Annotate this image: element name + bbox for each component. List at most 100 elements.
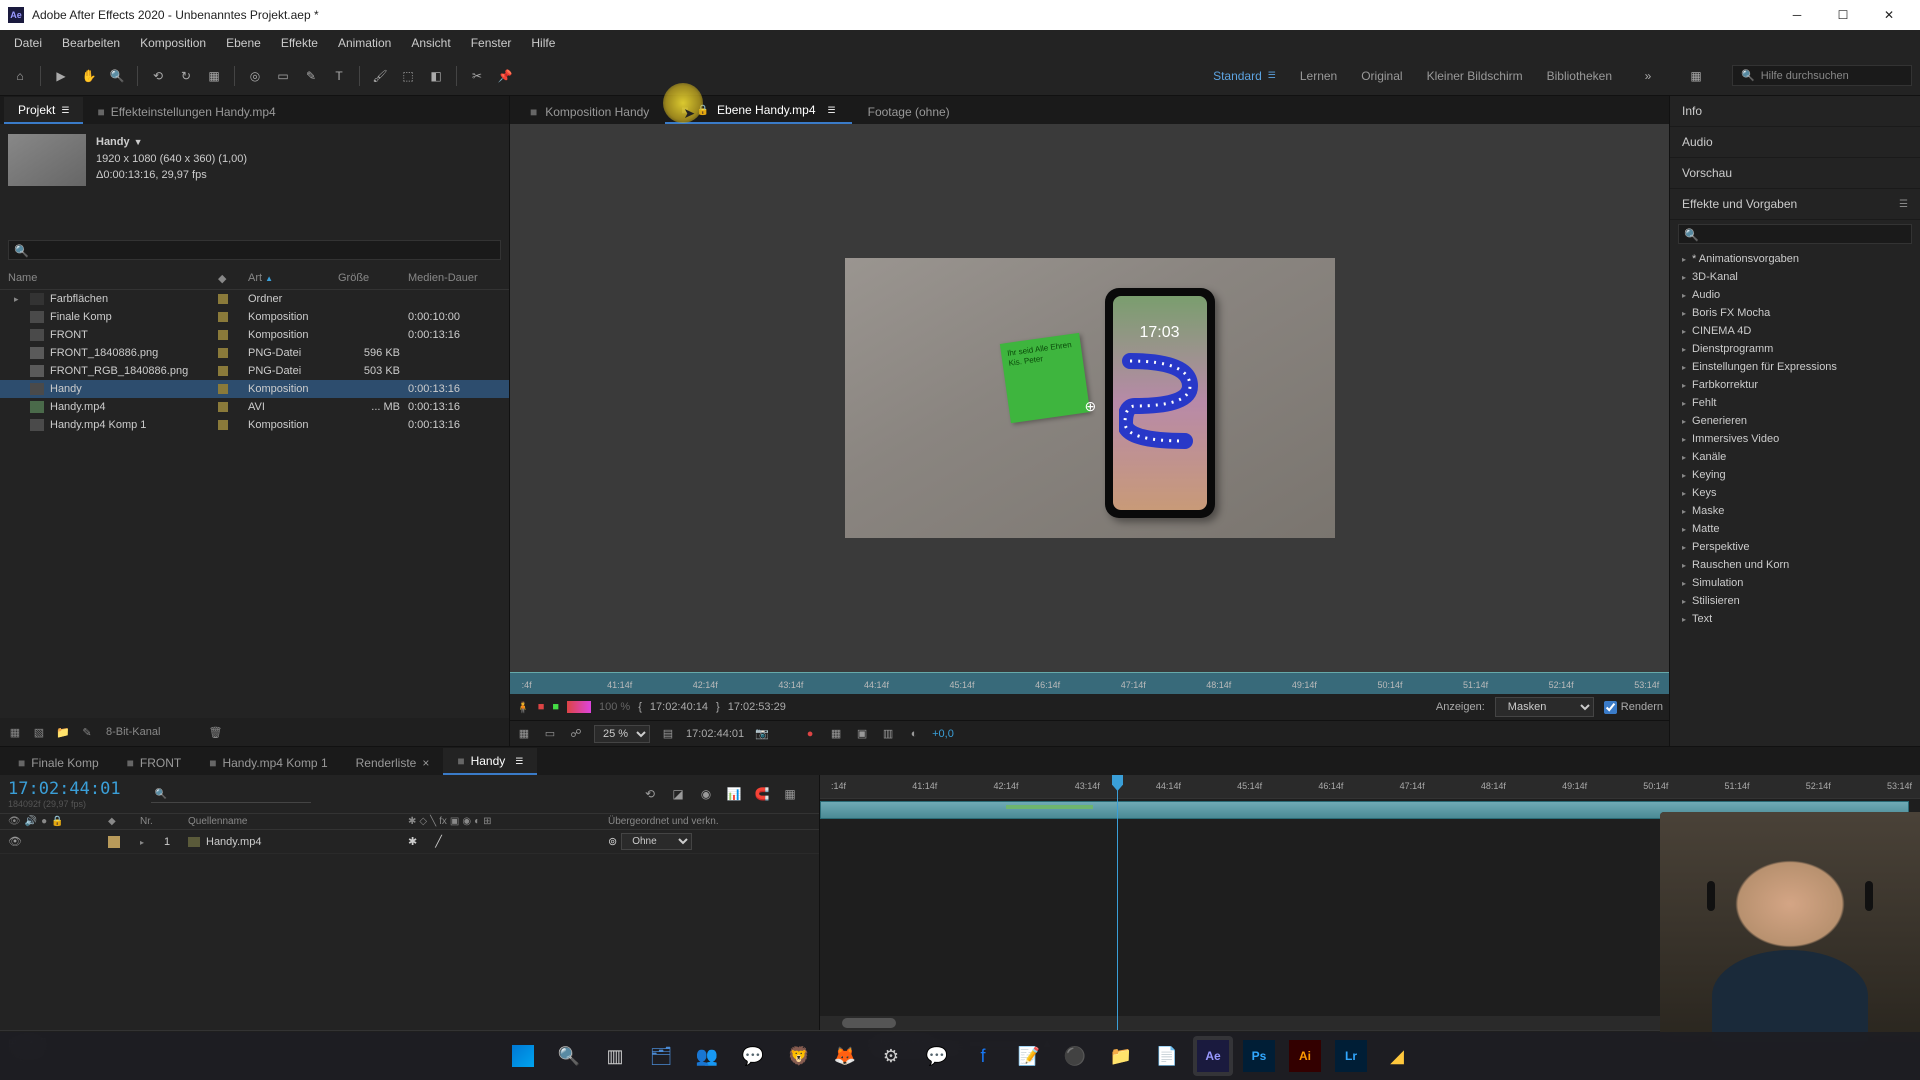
lock-column-icon[interactable]: 🔒: [51, 816, 63, 827]
taskbar-files[interactable]: 📁: [1101, 1036, 1141, 1076]
taskbar-app[interactable]: ⚙: [871, 1036, 911, 1076]
effects-search-input[interactable]: [1678, 224, 1912, 244]
toggle-icon[interactable]: ☍: [568, 726, 584, 742]
taskbar-teams[interactable]: 👥: [687, 1036, 727, 1076]
panel-audio[interactable]: Audio: [1670, 127, 1920, 158]
in-bracket-icon[interactable]: {: [638, 701, 642, 713]
close-button[interactable]: ✕: [1866, 0, 1912, 30]
effects-category[interactable]: ▸Farbkorrektur: [1670, 376, 1920, 394]
orbit-tool[interactable]: ⟲: [146, 64, 170, 88]
mask-icon[interactable]: ▭: [542, 726, 558, 742]
effects-category[interactable]: ▸Generieren: [1670, 412, 1920, 430]
taskbar-explorer[interactable]: 🗂: [641, 1036, 681, 1076]
help-search[interactable]: 🔍 Hilfe durchsuchen: [1732, 65, 1912, 86]
workspace-bibliotheken[interactable]: Bibliotheken: [1547, 69, 1612, 83]
switch-icon[interactable]: ◇: [419, 816, 427, 827]
color-label[interactable]: [218, 348, 228, 358]
viewer-mini-timeline[interactable]: :4f41:14f42:14f43:14f44:14f45:14f46:14f4…: [510, 672, 1669, 694]
taskbar-search[interactable]: 🔍: [549, 1036, 589, 1076]
blue-channel-icon[interactable]: [567, 701, 591, 713]
tl-motion-blur-icon[interactable]: ◉: [697, 785, 715, 803]
menu-fenster[interactable]: Fenster: [461, 32, 522, 54]
rendern-checkbox[interactable]: [1604, 701, 1617, 714]
out-time[interactable]: 17:02:53:29: [728, 701, 786, 713]
panel-effekte-header[interactable]: Effekte und Vorgaben ☰: [1670, 189, 1920, 220]
workspace-original[interactable]: Original: [1361, 69, 1402, 83]
taskbar-obs[interactable]: ⚫: [1055, 1036, 1095, 1076]
panel-menu-icon[interactable]: ☰: [1899, 199, 1908, 210]
viewer-tab-footage[interactable]: Footage (ohne): [852, 99, 966, 124]
menu-ebene[interactable]: Ebene: [216, 32, 271, 54]
viewer-timecode[interactable]: 17:02:44:01: [686, 728, 744, 740]
taskbar-messenger[interactable]: 💬: [917, 1036, 957, 1076]
menu-hilfe[interactable]: Hilfe: [521, 32, 565, 54]
project-row[interactable]: Finale Komp Komposition 0:00:10:00: [0, 308, 509, 326]
interp-icon[interactable]: ▦: [6, 723, 24, 741]
effects-category[interactable]: ▸Rauschen und Korn: [1670, 556, 1920, 574]
workspace-panel-icon[interactable]: ▦: [1684, 64, 1708, 88]
col-art[interactable]: Art ▲: [248, 272, 338, 285]
switch-icon[interactable]: fx: [439, 816, 447, 827]
new-folder-icon[interactable]: 📁: [54, 723, 72, 741]
anchor-point-icon[interactable]: ⊕: [1085, 398, 1097, 415]
menu-effekte[interactable]: Effekte: [271, 32, 328, 54]
home-tool[interactable]: ⌂: [8, 64, 32, 88]
layer-visibility-icon[interactable]: 👁: [8, 835, 22, 848]
zoom-select[interactable]: 25 %: [594, 725, 650, 743]
effects-category[interactable]: ▸Maske: [1670, 502, 1920, 520]
in-time[interactable]: 17:02:40:14: [650, 701, 708, 713]
effects-category[interactable]: ▸CINEMA 4D: [1670, 322, 1920, 340]
roto-tool[interactable]: ✂: [465, 64, 489, 88]
project-row[interactable]: ▸Farbflächen Ordner: [0, 290, 509, 308]
pickwhip-icon[interactable]: ⊚: [608, 835, 617, 848]
camera-tool[interactable]: ▦: [202, 64, 226, 88]
text-tool[interactable]: T: [327, 64, 351, 88]
parent-column[interactable]: Übergeordnet und verkn.: [608, 816, 808, 827]
minimize-button[interactable]: ─: [1774, 0, 1820, 30]
project-row[interactable]: FRONT_RGB_1840886.png PNG-Datei 503 KB: [0, 362, 509, 380]
rotate-tool[interactable]: ↻: [174, 64, 198, 88]
eraser-tool[interactable]: ◧: [424, 64, 448, 88]
effects-category[interactable]: ▸Fehlt: [1670, 394, 1920, 412]
effects-category[interactable]: ▸Einstellungen für Expressions: [1670, 358, 1920, 376]
menu-komposition[interactable]: Komposition: [130, 32, 216, 54]
taskbar-firefox[interactable]: 🦊: [825, 1036, 865, 1076]
exposure-value[interactable]: +0,0: [932, 728, 954, 740]
timeline-timecode[interactable]: 17:02:44:01: [8, 779, 121, 799]
transparency-icon[interactable]: ▦: [828, 726, 844, 742]
effects-category[interactable]: ▸Immersives Video: [1670, 430, 1920, 448]
snapshot-icon[interactable]: 📷: [754, 726, 770, 742]
tl-tab-handykomp[interactable]: ■Handy.mp4 Komp 1: [195, 750, 341, 775]
solo-column-icon[interactable]: ●: [41, 816, 47, 827]
new-comp-icon[interactable]: ▧: [30, 723, 48, 741]
taskbar-app2[interactable]: ◢: [1377, 1036, 1417, 1076]
taskbar-notes[interactable]: 📝: [1009, 1036, 1049, 1076]
selection-tool[interactable]: ▶: [49, 64, 73, 88]
pen-tool[interactable]: ✎: [299, 64, 323, 88]
color-label[interactable]: [218, 366, 228, 376]
workspace-more-icon[interactable]: »: [1636, 64, 1660, 88]
anchor-tool[interactable]: ◎: [243, 64, 267, 88]
taskbar-ps[interactable]: Ps: [1239, 1036, 1279, 1076]
grid-icon[interactable]: ▦: [516, 726, 532, 742]
effects-category[interactable]: ▸Matte: [1670, 520, 1920, 538]
effects-category[interactable]: ▸Keys: [1670, 484, 1920, 502]
taskbar-facebook[interactable]: f: [963, 1036, 1003, 1076]
effects-category[interactable]: ▸3D-Kanal: [1670, 268, 1920, 286]
alpha-toggle-icon[interactable]: 🧍: [516, 701, 530, 714]
effects-category[interactable]: ▸Simulation: [1670, 574, 1920, 592]
project-row[interactable]: Handy Komposition 0:00:13:16: [0, 380, 509, 398]
clone-tool[interactable]: ⬚: [396, 64, 420, 88]
taskbar-brave[interactable]: 🦁: [779, 1036, 819, 1076]
layer-name-text[interactable]: Handy.mp4: [206, 836, 261, 848]
taskbar-ae[interactable]: Ae: [1193, 1036, 1233, 1076]
effects-category[interactable]: ▸Kanäle: [1670, 448, 1920, 466]
effects-category[interactable]: ▸Perspektive: [1670, 538, 1920, 556]
tl-tab-renderliste[interactable]: Renderliste×: [342, 750, 444, 775]
color-label[interactable]: [218, 420, 228, 430]
project-search-input[interactable]: [8, 240, 501, 260]
menu-bearbeiten[interactable]: Bearbeiten: [52, 32, 130, 54]
viewer-tab-comp[interactable]: ■Komposition Handy: [514, 99, 665, 124]
out-bracket-icon[interactable]: }: [716, 701, 720, 713]
bit-depth-label[interactable]: 8-Bit-Kanal: [106, 726, 160, 738]
